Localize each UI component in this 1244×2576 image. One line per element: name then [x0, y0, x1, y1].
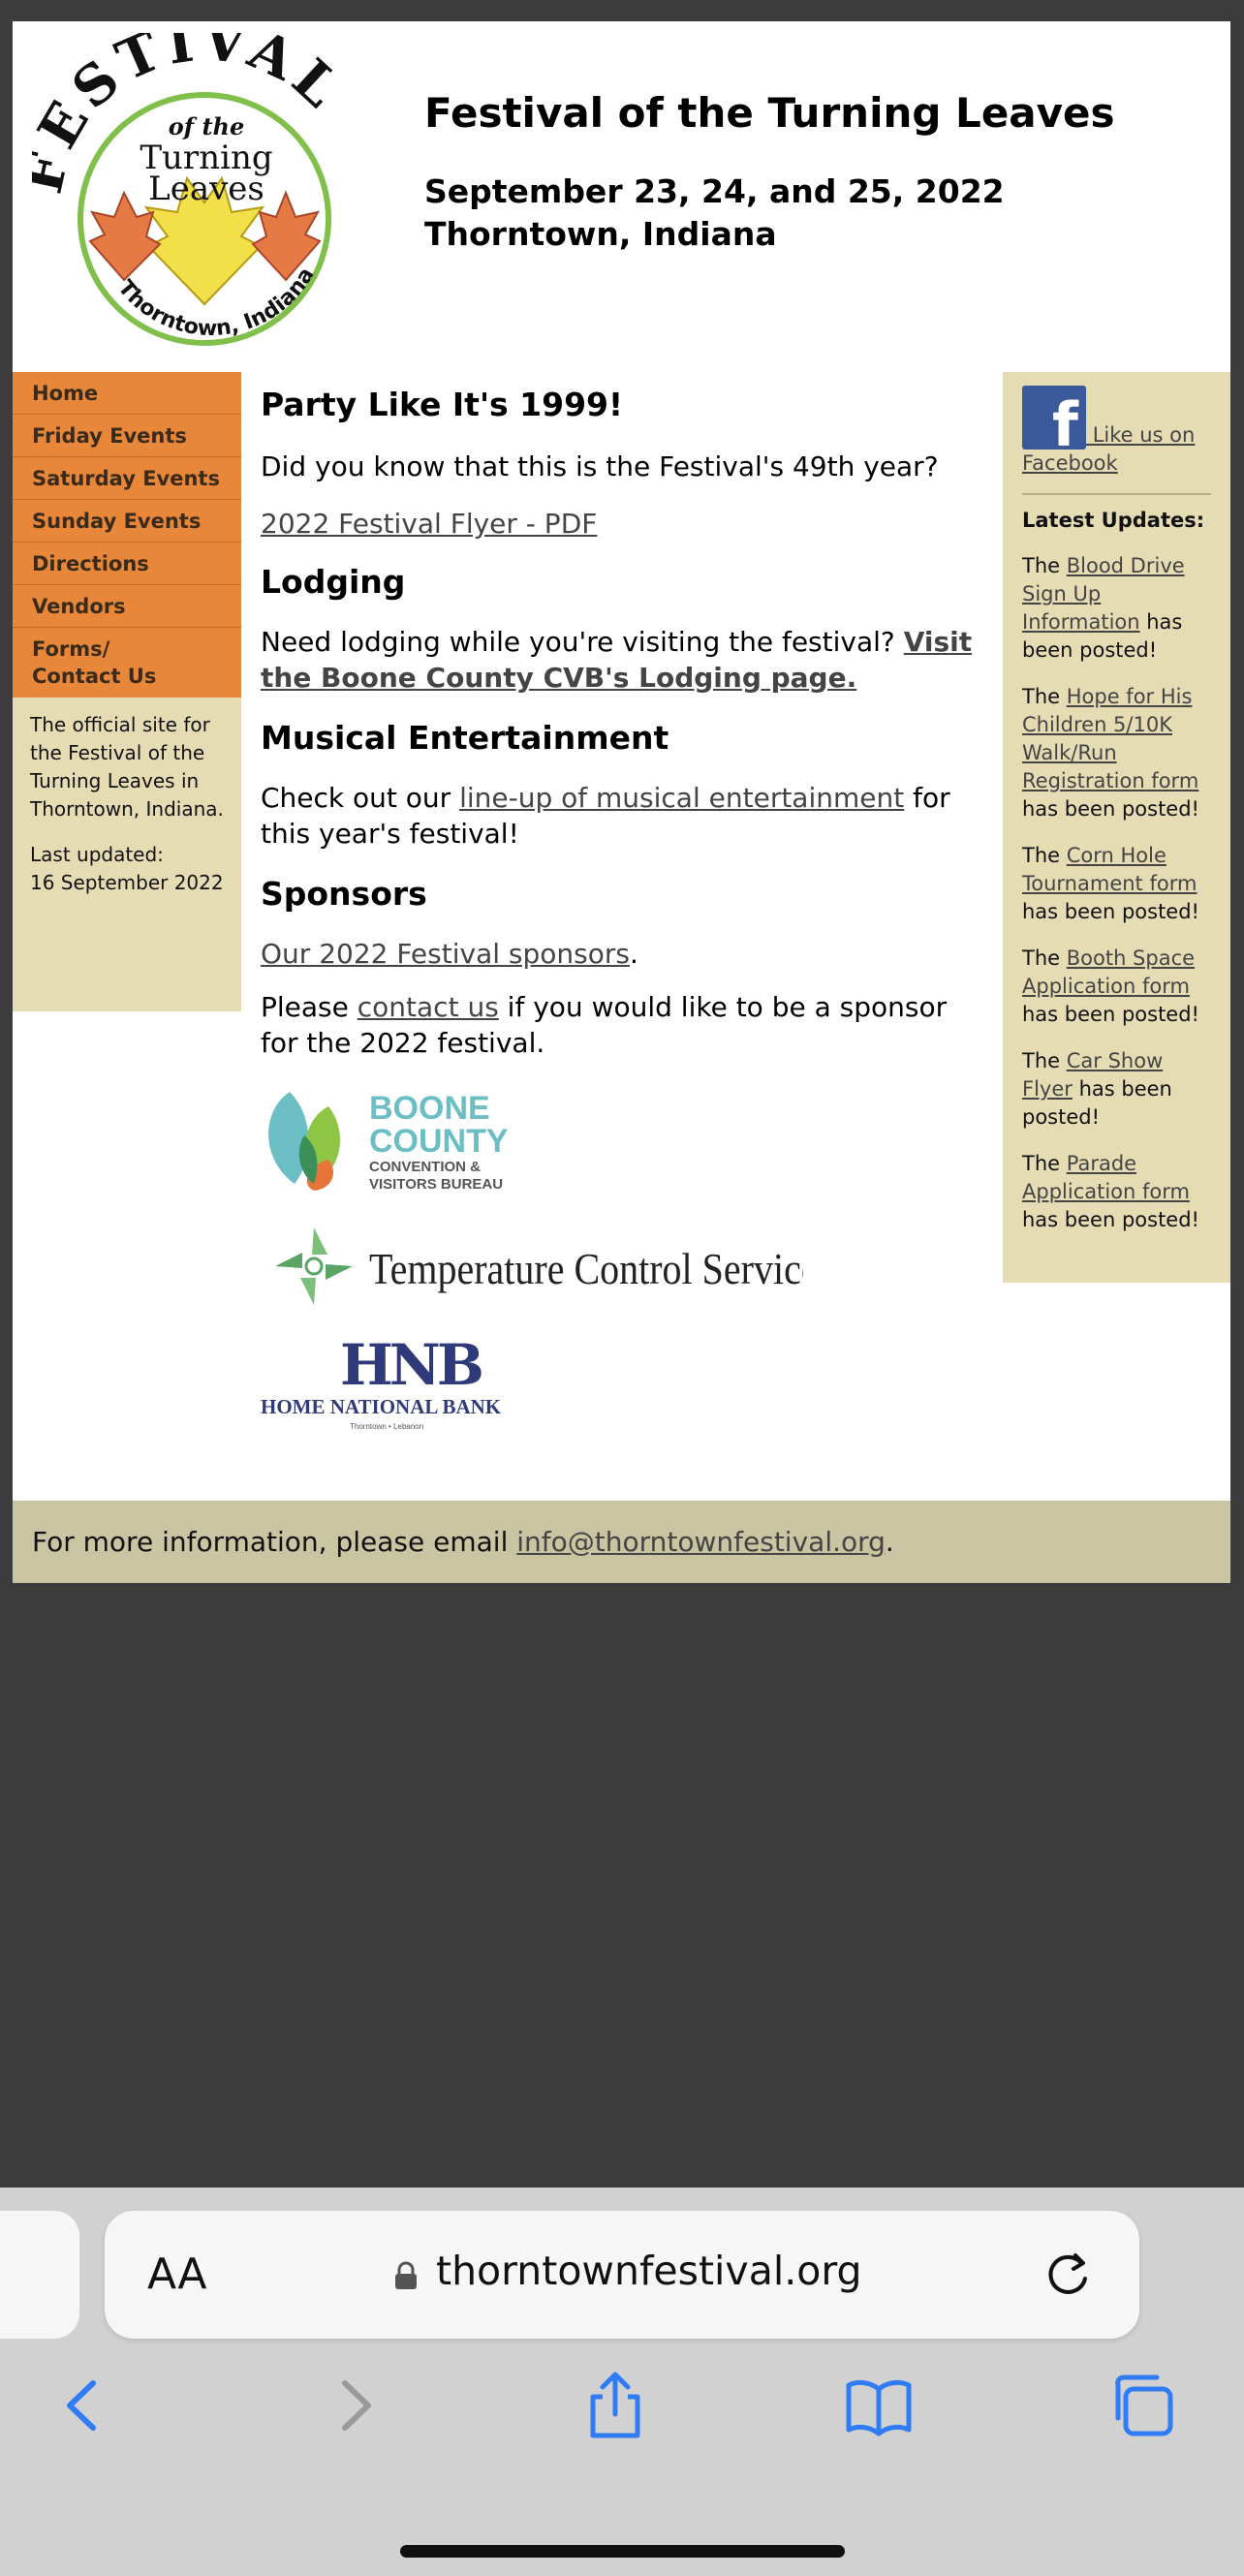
- footer-email-link[interactable]: info@thorntownfestival.org: [516, 1526, 886, 1558]
- festival-logo[interactable]: FESTIVAL of the Turning Leaves Thorntown…: [32, 33, 371, 362]
- home-national-bank-logo[interactable]: HNB HOME NATIONAL BANK Thorntown • Leban…: [261, 1328, 532, 1435]
- boone-line2: COUNTY: [369, 1123, 509, 1160]
- logo-leaves: Leaves: [148, 170, 264, 208]
- update-item: The Parade Application form has been pos…: [1003, 1150, 1230, 1234]
- update-pre: The: [1022, 1049, 1067, 1072]
- footer-text: For more information, please email: [32, 1526, 517, 1558]
- temperature-control-logo[interactable]: Temperature Control Services: [261, 1218, 803, 1315]
- update-item: The Car Show Flyer has been posted!: [1003, 1047, 1230, 1132]
- boone-line1: BOONE: [369, 1090, 490, 1127]
- back-icon[interactable]: [50, 2372, 118, 2439]
- left-sidebar: Home Friday Events Saturday Events Sunda…: [13, 372, 241, 1011]
- update-pre: The: [1022, 685, 1067, 708]
- home-indicator: [400, 2545, 845, 2558]
- share-icon[interactable]: [581, 2372, 649, 2439]
- hnb-mark: HNB: [340, 1332, 482, 1398]
- nav-directions[interactable]: Directions: [13, 543, 241, 585]
- heading-sponsors: Sponsors: [261, 875, 427, 913]
- right-sidebar: f Like us on Facebook Latest Updates: Th…: [1003, 372, 1230, 1283]
- lodging-text: Need lodging while you're visiting the f…: [261, 626, 904, 658]
- flyer-pdf-link[interactable]: 2022 Festival Flyer - PDF: [261, 508, 597, 540]
- music-text-pre: Check out our: [261, 782, 460, 814]
- festival-year-text: Did you know that this is the Festival's…: [261, 450, 939, 482]
- lock-icon: [395, 2261, 417, 2289]
- nav-forms-contact[interactable]: Forms/ Contact Us: [13, 628, 241, 698]
- update-item: The Corn Hole Tournament form has been p…: [1003, 842, 1230, 926]
- main-content: Party Like It's 1999! Did you know that …: [261, 372, 982, 1435]
- dates-line: September 23, 24, and 25, 2022: [424, 172, 1005, 210]
- nav-home[interactable]: Home: [13, 372, 241, 415]
- nav-saturday-events[interactable]: Saturday Events: [13, 457, 241, 500]
- facebook-link[interactable]: f Like us on Facebook: [1022, 386, 1195, 475]
- update-pre: The: [1022, 947, 1067, 970]
- nav-sunday-events[interactable]: Sunday Events: [13, 500, 241, 543]
- heading-music: Musical Entertainment: [261, 719, 669, 757]
- nav-friday-events[interactable]: Friday Events: [13, 415, 241, 457]
- heading-party: Party Like It's 1999!: [261, 386, 624, 423]
- site-footer: For more information, please email info@…: [13, 1501, 1230, 1583]
- last-updated-label: Last updated:: [30, 843, 164, 866]
- boone-county-logo[interactable]: BOONE COUNTY CONVENTION & VISITORS BUREA…: [261, 1082, 551, 1198]
- sidebar-divider: [1022, 493, 1211, 495]
- bookmarks-icon[interactable]: [845, 2372, 913, 2439]
- update-item: The Hope for His Children 5/10K Walk/Run…: [1003, 683, 1230, 823]
- update-pre: The: [1022, 1152, 1067, 1175]
- webpage: FESTIVAL of the Turning Leaves Thorntown…: [13, 21, 1230, 1583]
- previous-tab-peek[interactable]: [0, 2211, 79, 2339]
- about-description: The official site for the Festival of th…: [30, 713, 224, 821]
- logo-of-the: of the: [169, 112, 245, 140]
- facebook-icon: f: [1022, 386, 1086, 455]
- latest-updates-title: Latest Updates:: [1022, 509, 1205, 532]
- contact-text-pre: Please: [261, 991, 358, 1023]
- address-bar[interactable]: AA thorntownfestival.org: [105, 2211, 1139, 2339]
- forward-icon[interactable]: [320, 2372, 388, 2439]
- tabs-icon[interactable]: [1108, 2372, 1176, 2439]
- site-about: The official site for the Festival of th…: [13, 698, 241, 928]
- site-header: FESTIVAL of the Turning Leaves Thorntown…: [13, 21, 1230, 372]
- main-nav: Home Friday Events Saturday Events Sunda…: [13, 372, 241, 698]
- location-line: Thorntown, Indiana: [424, 215, 777, 253]
- music-lineup-link[interactable]: line-up of musical entertainment: [459, 782, 904, 814]
- contact-us-link[interactable]: contact us: [358, 991, 499, 1023]
- hnb-name: HOME NATIONAL BANK: [261, 1395, 502, 1418]
- footer-period: .: [885, 1526, 894, 1558]
- aa-label: AA: [147, 2250, 207, 2299]
- sponsors-period: .: [629, 938, 638, 970]
- update-post: has been posted!: [1022, 1208, 1199, 1231]
- browser-toolbar: AA thorntownfestival.org: [0, 2188, 1244, 2576]
- heading-lodging: Lodging: [261, 563, 406, 601]
- update-post: has been posted!: [1022, 1003, 1199, 1026]
- tcs-name: Temperature Control Services: [369, 1246, 803, 1294]
- update-post: has been posted!: [1022, 797, 1199, 821]
- site-title: Festival of the Turning Leaves: [424, 89, 1115, 137]
- update-item: The Booth Space Application form has bee…: [1003, 945, 1230, 1029]
- festival-dates: September 23, 24, and 25, 2022 Thorntown…: [424, 171, 1005, 256]
- sponsors-link[interactable]: Our 2022 Festival sponsors: [261, 938, 630, 970]
- last-updated-date: 16 September 2022: [30, 871, 224, 894]
- update-post: has been posted!: [1022, 900, 1199, 923]
- boone-line4: VISITORS BUREAU: [369, 1176, 503, 1193]
- url-text: thorntownfestival.org: [436, 2248, 862, 2294]
- hnb-sub: Thorntown • Lebanon: [350, 1422, 423, 1431]
- update-pre: The: [1022, 554, 1067, 577]
- nav-vendors[interactable]: Vendors: [13, 585, 241, 628]
- update-item: The Blood Drive Sign Up Information has …: [1003, 552, 1230, 665]
- reload-icon[interactable]: [1042, 2250, 1095, 2302]
- boone-line3: CONVENTION &: [369, 1159, 481, 1175]
- reader-settings-button[interactable]: AA: [147, 2250, 206, 2299]
- update-pre: The: [1022, 844, 1067, 867]
